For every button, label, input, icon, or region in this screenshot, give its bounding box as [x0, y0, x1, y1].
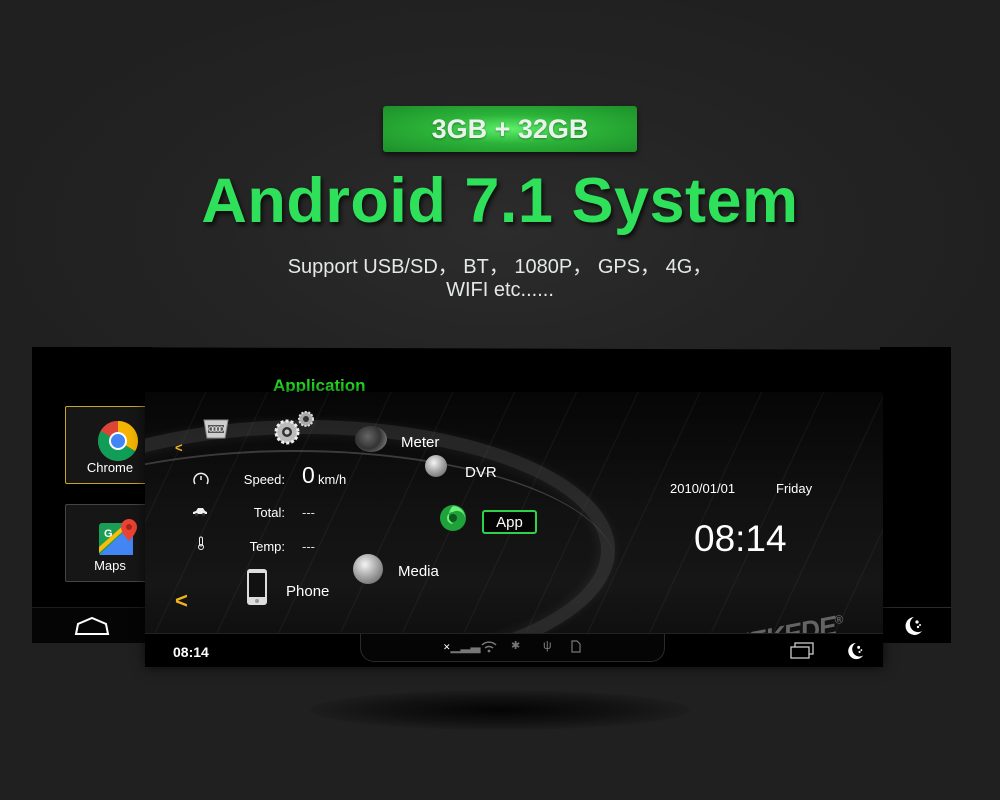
total-value: --- [302, 505, 315, 520]
moon-stars-icon[interactable] [902, 615, 924, 637]
date-display: 2010/01/01 [670, 481, 736, 496]
headline: Android 7.1 System [201, 166, 799, 236]
home-icon[interactable] [74, 616, 110, 636]
google-maps-icon: G [99, 519, 137, 555]
storage-badge: 3GB + 32GB [383, 106, 637, 152]
back-screen-right [880, 347, 951, 643]
back-nav-bar [32, 607, 152, 643]
speed-label: Speed: [243, 472, 285, 487]
chevron-left-icon-top[interactable]: < [175, 440, 183, 455]
app-swirl-icon[interactable] [438, 503, 468, 535]
screen-shadow [310, 690, 690, 730]
menu-label-media[interactable]: Media [398, 563, 439, 580]
disc-icon[interactable] [353, 554, 383, 584]
clock-display: 08:14 [694, 518, 787, 559]
thermometer-icon [198, 536, 204, 550]
chrome-icon [98, 421, 138, 461]
status-icons-well: ✕▁▂▃ ✱ ψ [360, 634, 665, 662]
app-button[interactable]: App [482, 510, 537, 534]
back-screen-left: Chrome G Maps [32, 347, 155, 643]
app-tile-chrome[interactable]: Chrome [65, 406, 155, 484]
wifi-icon [481, 641, 497, 653]
recent-apps-icon[interactable] [790, 642, 814, 660]
status-bar: 08:14 ✕▁▂▃ ✱ ψ [145, 633, 883, 667]
main-screen: < < Meter DVR App Media Phone Speed: 0 k… [145, 392, 883, 667]
total-label: Total: [253, 505, 285, 520]
webcam-icon[interactable] [425, 455, 447, 477]
temp-label: Temp: [249, 539, 285, 554]
menu-label-phone[interactable]: Phone [286, 583, 329, 600]
sd-card-icon [571, 640, 581, 653]
bluetooth-icon: ✱ [511, 640, 521, 652]
speedometer-icon[interactable] [355, 426, 387, 452]
menu-label-app: App [496, 513, 523, 531]
app-tile-maps[interactable]: G Maps [65, 504, 155, 582]
feature-list-line1: Support USB/SD， BT， 1080P， GPS， 4G， [287, 256, 713, 278]
moon-stars-icon[interactable] [845, 641, 865, 661]
day-display: Friday [776, 481, 813, 496]
svg-text:G: G [104, 528, 113, 540]
usb-icon: ψ [543, 638, 552, 652]
settings-gears-icon[interactable] [273, 410, 317, 446]
menu-label-meter[interactable]: Meter [401, 434, 439, 451]
back-screen-header [32, 347, 951, 393]
chevron-left-icon[interactable]: < [175, 588, 188, 614]
speed-value: 0 [302, 462, 315, 488]
speed-unit: km/h [318, 472, 347, 487]
temp-value: --- [302, 539, 315, 554]
menu-label-dvr[interactable]: DVR [465, 464, 497, 481]
back-right-nav-bar [880, 607, 951, 643]
feature-list-line2: WIFI etc...... [446, 279, 554, 301]
smartphone-icon[interactable] [246, 568, 268, 606]
car-grille-icon[interactable] [202, 418, 230, 440]
no-signal-icon: ✕▁▂▃ [443, 638, 481, 653]
status-time: 08:14 [173, 644, 209, 660]
application-heading: Application [273, 376, 366, 392]
